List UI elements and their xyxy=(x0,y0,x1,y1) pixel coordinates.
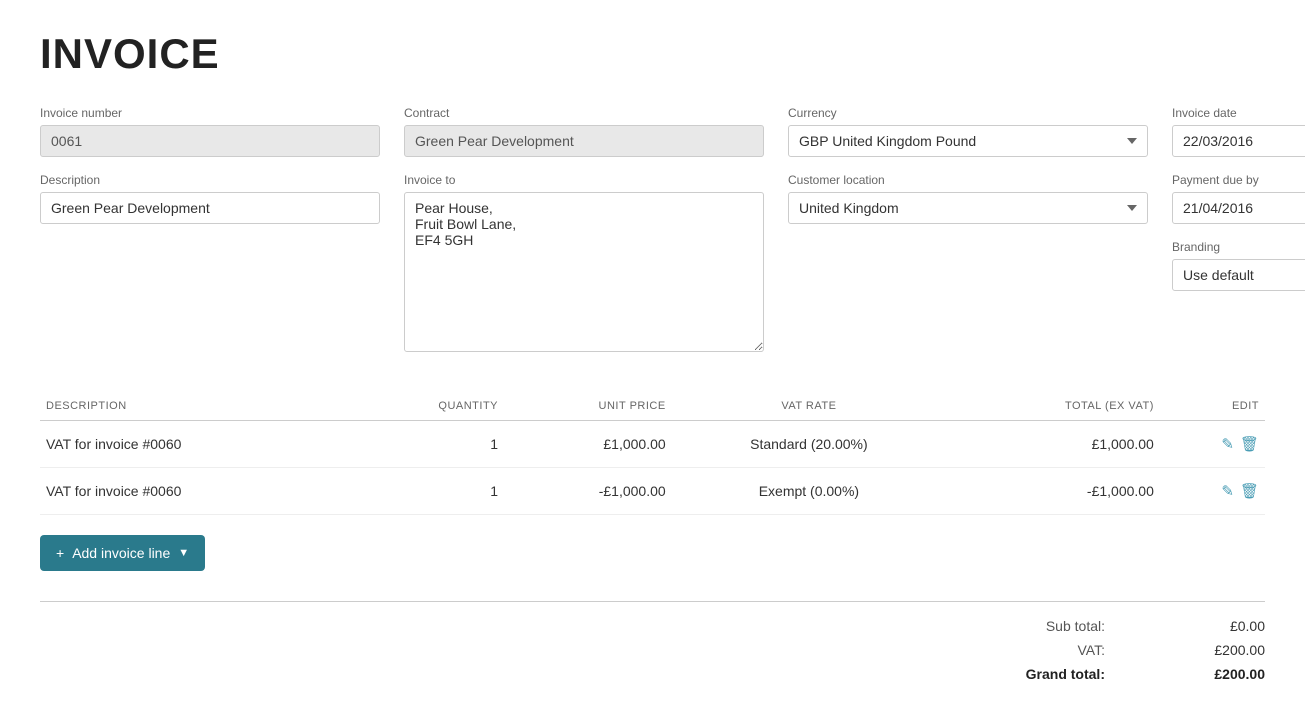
description-input[interactable] xyxy=(40,192,380,224)
table-row: VAT for invoice #0060 1 £1,000.00 Standa… xyxy=(40,421,1265,468)
col-quantity: QUANTITY xyxy=(352,392,504,421)
row-vat-rate: Standard (20.00%) xyxy=(672,421,946,468)
description-label: Description xyxy=(40,173,380,187)
payment-due-group: Payment due by xyxy=(1172,173,1305,224)
invoice-date-group: Invoice date xyxy=(1172,106,1305,157)
row-total-ex-vat: -£1,000.00 xyxy=(946,468,1160,515)
invoice-number-group: Invoice number xyxy=(40,106,380,157)
row-total-ex-vat: £1,000.00 xyxy=(946,421,1160,468)
sub-total-value: £0.00 xyxy=(1185,618,1265,634)
col-edit: EDIT xyxy=(1160,392,1265,421)
table-row: VAT for invoice #0060 1 -£1,000.00 Exemp… xyxy=(40,468,1265,515)
chevron-down-icon: ▼ xyxy=(178,547,189,559)
contract-input xyxy=(404,125,764,157)
delete-icon[interactable]: 🗑 xyxy=(1240,482,1259,500)
row-edit-cell: ✎ 🗑 xyxy=(1160,468,1265,515)
row-edit-cell: ✎ 🗑 xyxy=(1160,421,1265,468)
edit-icon[interactable]: ✎ xyxy=(1221,482,1234,500)
branding-group: Branding Use default xyxy=(1172,240,1305,291)
payment-due-input[interactable] xyxy=(1172,192,1305,224)
description-group: Description xyxy=(40,173,380,352)
invoice-number-input xyxy=(40,125,380,157)
vat-value: £200.00 xyxy=(1185,642,1265,658)
col-unit-price: UNIT PRICE xyxy=(504,392,672,421)
add-invoice-line-button[interactable]: + Add invoice line ▼ xyxy=(40,535,205,571)
row-vat-rate: Exempt (0.00%) xyxy=(672,468,946,515)
invoice-date-input[interactable] xyxy=(1172,125,1305,157)
grand-total-row: Grand total: £200.00 xyxy=(985,666,1265,682)
sub-total-label: Sub total: xyxy=(985,618,1105,634)
invoice-date-label: Invoice date xyxy=(1172,106,1305,120)
row-description: VAT for invoice #0060 xyxy=(40,421,352,468)
customer-location-group: Customer location United Kingdom xyxy=(788,173,1148,352)
col-description: DESCRIPTION xyxy=(40,392,352,421)
row-description: VAT for invoice #0060 xyxy=(40,468,352,515)
invoice-table: DESCRIPTION QUANTITY UNIT PRICE VAT RATE… xyxy=(40,392,1265,515)
row-quantity: 1 xyxy=(352,468,504,515)
vat-label: VAT: xyxy=(985,642,1105,658)
currency-group: Currency GBP United Kingdom Pound xyxy=(788,106,1148,157)
currency-select[interactable]: GBP United Kingdom Pound xyxy=(788,125,1148,157)
row-unit-price: -£1,000.00 xyxy=(504,468,672,515)
right-column: Payment due by Branding Use default xyxy=(1172,173,1305,352)
vat-row: VAT: £200.00 xyxy=(985,642,1265,658)
payment-due-label: Payment due by xyxy=(1172,173,1305,187)
invoice-to-group: Invoice to xyxy=(404,173,764,352)
invoice-to-label: Invoice to xyxy=(404,173,764,187)
delete-icon[interactable]: 🗑 xyxy=(1240,435,1259,453)
add-invoice-line-label: Add invoice line xyxy=(72,545,170,561)
contract-label: Contract xyxy=(404,106,764,120)
col-vat-rate: VAT RATE xyxy=(672,392,946,421)
invoice-to-textarea[interactable] xyxy=(404,192,764,352)
currency-label: Currency xyxy=(788,106,1148,120)
grand-total-value: £200.00 xyxy=(1185,666,1265,682)
branding-label: Branding xyxy=(1172,240,1305,254)
page-title: INVOICE xyxy=(40,30,1265,78)
row-quantity: 1 xyxy=(352,421,504,468)
branding-select[interactable]: Use default xyxy=(1172,259,1305,291)
row-unit-price: £1,000.00 xyxy=(504,421,672,468)
contract-group: Contract xyxy=(404,106,764,157)
invoice-number-label: Invoice number xyxy=(40,106,380,120)
edit-icon[interactable]: ✎ xyxy=(1221,435,1234,453)
col-total-ex-vat: TOTAL (EX VAT) xyxy=(946,392,1160,421)
sub-total-row: Sub total: £0.00 xyxy=(985,618,1265,634)
totals-section: Sub total: £0.00 VAT: £200.00 Grand tota… xyxy=(40,601,1265,682)
customer-location-select[interactable]: United Kingdom xyxy=(788,192,1148,224)
grand-total-label: Grand total: xyxy=(985,666,1105,682)
customer-location-label: Customer location xyxy=(788,173,1148,187)
add-icon: + xyxy=(56,545,64,561)
invoice-form: Invoice number Contract Currency GBP Uni… xyxy=(40,106,1265,352)
